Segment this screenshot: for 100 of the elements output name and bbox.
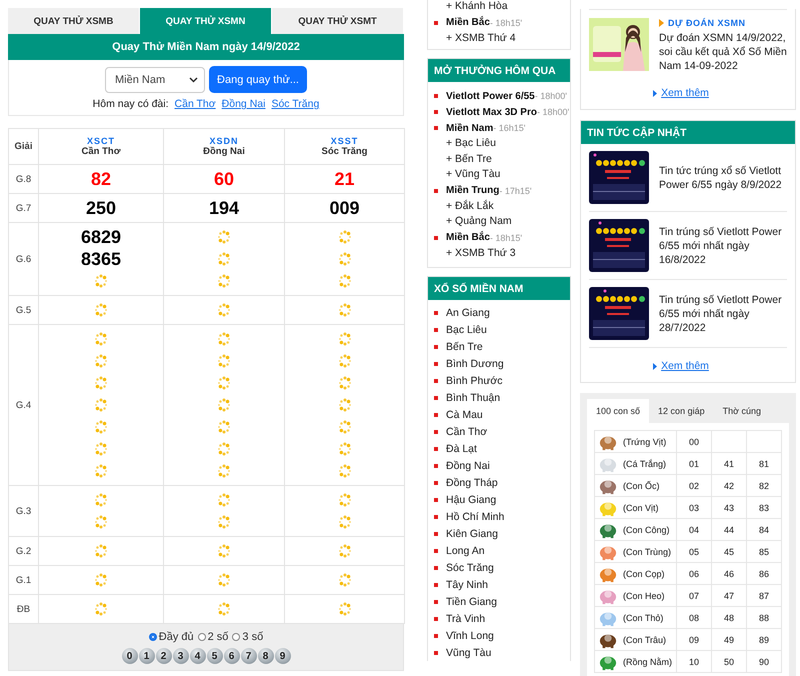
province-link[interactable]: + Đắk Lắk (434, 198, 570, 214)
province-link[interactable]: Bạc Liêu (446, 324, 487, 336)
province-link[interactable]: + Khánh Hòa (434, 0, 570, 14)
today-label: Hôm nay có đài: (92, 98, 169, 110)
article-title[interactable]: Dự đoán XSMN 14/9/2022, soi cầu kết quả Xổ Số Miền Nam 14-09-2022 (659, 31, 787, 73)
province-link[interactable]: Bến Tre (446, 340, 483, 352)
province-link[interactable]: Tiền Giang (446, 596, 497, 608)
province-link[interactable]: + Vũng Tàu (434, 167, 570, 182)
loading-icon (217, 332, 231, 346)
digit-ball[interactable]: 3 (172, 648, 188, 664)
radio-icon[interactable] (232, 633, 240, 641)
dream-number: 87 (758, 590, 769, 600)
digit-ball[interactable]: 8 (258, 648, 274, 664)
schedule-link[interactable]: Miền Nam (446, 122, 494, 134)
loading-icon (94, 354, 108, 368)
province-link[interactable]: + Bạc Liêu (434, 136, 570, 152)
province-link[interactable]: Vĩnh Long (446, 630, 494, 642)
digit-ball[interactable]: 6 (224, 648, 240, 664)
dream-name: (Con Heo) (623, 590, 665, 600)
province-name: Cần Thơ (80, 146, 122, 157)
province-link[interactable]: Trà Vinh (446, 612, 486, 624)
schedule-link[interactable]: Miền Bắc (446, 17, 490, 28)
province-link[interactable]: Sóc Trăng (446, 562, 494, 574)
dream-number: 09 (688, 634, 699, 644)
dream-number: 05 (688, 546, 699, 556)
loading-icon (338, 398, 352, 412)
spin-button[interactable]: Đang quay thử... (209, 66, 307, 93)
article-title[interactable]: Tin trúng số Vietlott Power 6/55 mới nhất ngày 16/8/2022 (659, 224, 787, 266)
result-number: 194 (208, 197, 240, 219)
region-tab[interactable]: QUAY THỬ XSMN (140, 8, 272, 34)
province-link[interactable]: Bình Dương (446, 358, 504, 370)
display-option[interactable]: 2 số (198, 631, 228, 643)
more-link[interactable]: Xem thêm (661, 87, 709, 99)
digit-ball[interactable]: 7 (240, 648, 256, 664)
loading-icon (338, 544, 352, 558)
bullet-icon (434, 480, 438, 484)
province-link[interactable]: An Giang (446, 306, 490, 318)
province-link[interactable]: Bình Phước (446, 374, 503, 386)
schedule-link[interactable]: Miền Trung (446, 185, 500, 196)
dream-number: 49 (724, 634, 734, 644)
loading-icon (338, 252, 352, 266)
province-link[interactable]: Cần Thơ (174, 98, 216, 110)
province-link[interactable]: + Bến Tre (434, 152, 570, 167)
dream-number: 42 (724, 480, 734, 490)
province-link[interactable]: + XSMB Thứ 3 (434, 246, 570, 261)
province-link[interactable]: Bình Thuận (446, 392, 500, 404)
dream-tab[interactable]: Thờ cúng (714, 399, 770, 423)
province-link[interactable]: Đồng Nai (222, 98, 266, 110)
radio-icon[interactable] (148, 633, 157, 641)
loading-icon (338, 602, 352, 616)
region-tab[interactable]: QUAY THỬ XSMB (8, 8, 140, 34)
province-link[interactable]: Vũng Tàu (446, 646, 492, 658)
province-link[interactable]: Tây Ninh (446, 578, 488, 590)
digit-ball[interactable]: 9 (274, 648, 290, 664)
digit-ball[interactable]: 4 (190, 648, 206, 664)
draw-time: - 18h15' (490, 18, 522, 28)
province-link[interactable]: + XSMB Thứ 4 (434, 30, 570, 46)
loading-icon (94, 303, 108, 317)
bullet-icon (434, 634, 438, 638)
province-link[interactable]: Đồng Nai (446, 460, 490, 472)
display-option[interactable]: Đầy đủ (148, 631, 194, 643)
more-link[interactable]: Xem thêm (661, 360, 709, 372)
loading-icon (94, 493, 108, 507)
schedule-link[interactable]: Miền Bắc (446, 232, 490, 243)
schedule-link[interactable]: Vietlott Power 6/55 (446, 90, 535, 102)
radio-icon[interactable] (198, 633, 206, 641)
province-name: Đồng Nai (202, 146, 246, 157)
province-link[interactable]: Cà Mau (446, 408, 483, 420)
digit-ball[interactable]: 5 (206, 648, 222, 664)
loading-icon (94, 515, 108, 529)
result-number: 60 (214, 168, 234, 190)
digit-ball[interactable]: 0 (122, 648, 138, 664)
article-title[interactable]: Tin trúng số Vietlott Power 6/55 mới nhất ngày 28/7/2022 (659, 292, 787, 334)
bullet-icon (434, 464, 438, 468)
dream-name: (Con Trâu) (623, 634, 666, 644)
dream-number: 10 (688, 656, 699, 666)
province-link[interactable]: Hậu Giang (446, 494, 496, 506)
province-link[interactable]: Long An (446, 544, 485, 556)
loading-icon (338, 274, 352, 288)
digit-ball[interactable]: 1 (138, 648, 154, 664)
digit-ball[interactable]: 2 (156, 648, 172, 664)
province-link[interactable]: Hồ Chí Minh (446, 510, 504, 522)
province-link[interactable]: Sóc Trăng (271, 98, 320, 110)
display-option[interactable]: 3 số (232, 631, 264, 643)
loading-icon (217, 252, 231, 266)
loading-icon (217, 376, 231, 390)
province-link[interactable]: Đồng Tháp (446, 476, 498, 488)
province-link[interactable]: + Quảng Nam (434, 214, 570, 230)
province-link[interactable]: Cần Thơ (446, 426, 488, 438)
region-tab[interactable]: QUAY THỬ XSMT (272, 8, 404, 34)
province-link[interactable]: Đà Lạt (446, 442, 477, 454)
dream-tab[interactable]: 12 con giáp (649, 399, 714, 423)
article-title[interactable]: Tin tức trúng xổ số Vietlott Power 6/55 ngày 8/9/2022 (659, 164, 787, 192)
region-select[interactable]: Miền Nam (105, 66, 206, 92)
dream-tab[interactable]: 100 con số (587, 399, 650, 423)
loading-icon (217, 354, 231, 368)
province-link[interactable]: Kiên Giang (446, 528, 498, 540)
schedule-link[interactable]: Vietlott Max 3D Pro (446, 106, 537, 118)
loading-icon (338, 515, 352, 529)
loading-icon (338, 464, 352, 478)
